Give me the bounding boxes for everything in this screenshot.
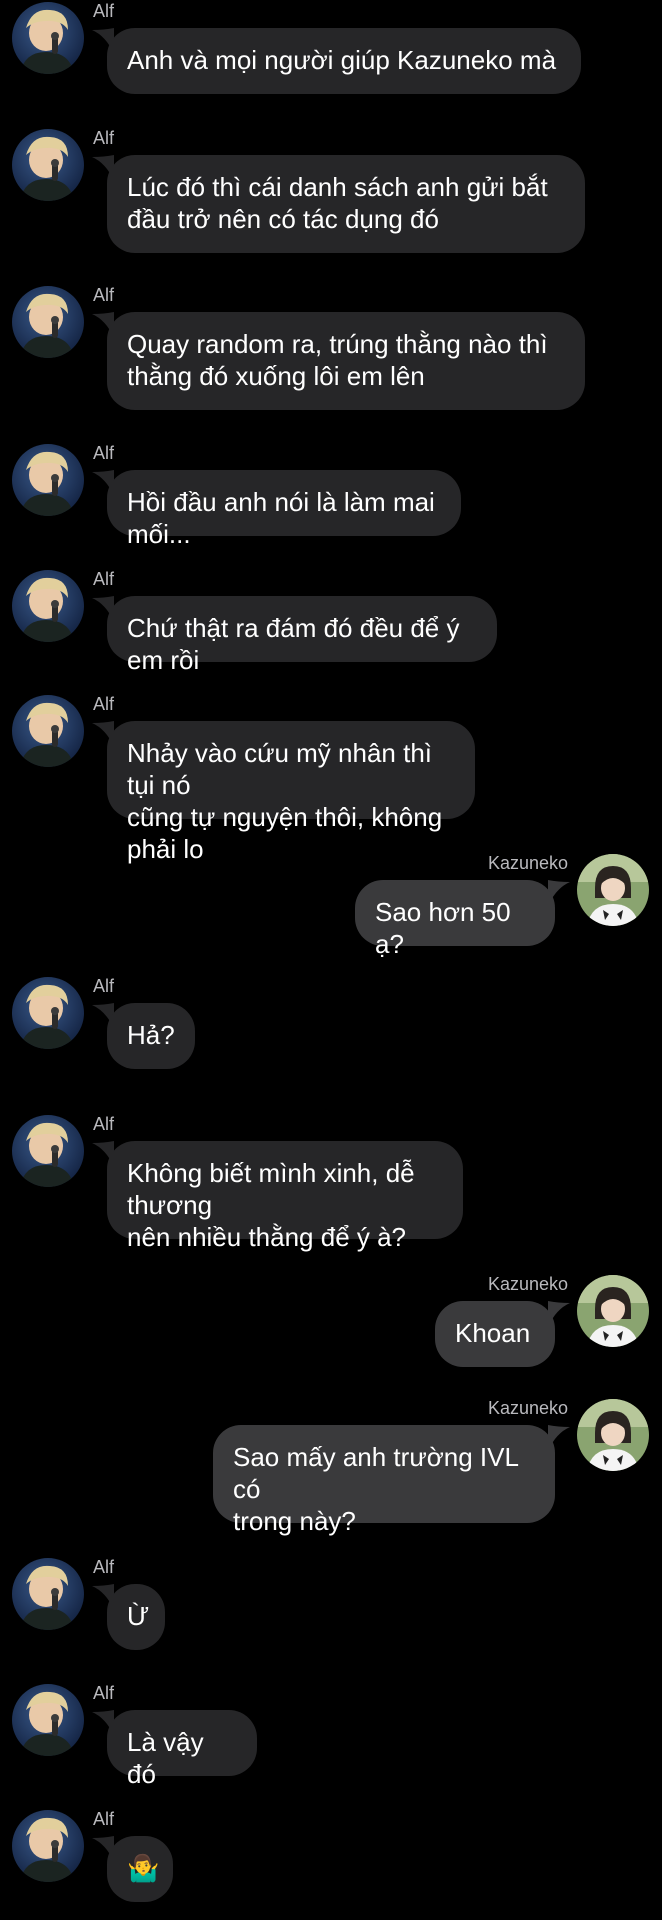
message-row: Alf Nhảy vào cứu mỹ nhân thì tụi nó cũng … (0, 693, 662, 864)
incoming-message-bubble[interactable]: Quay random ra, trúng thằng nào thì thằn… (107, 312, 585, 410)
sender-name: Alf (93, 569, 115, 589)
message-row: Alf Ừ (0, 1556, 662, 1650)
message-text: Hồi đầu anh nói là làm mai mối... (127, 487, 435, 549)
sender-name: Alf (93, 128, 115, 148)
message-row: Kazuneko Khoan (0, 1273, 662, 1367)
sender-name: Kazuneko (487, 853, 568, 873)
alf-avatar[interactable] (12, 1558, 84, 1630)
incoming-message-bubble[interactable]: Là vậy đó (107, 1710, 257, 1789)
message-text: Hả? (127, 1020, 175, 1050)
message-text: Anh và mọi người giúp Kazuneko mà (127, 45, 557, 75)
incoming-message-bubble[interactable]: Ừ (107, 1584, 165, 1650)
message-row: Alf 🤷‍♂️ (0, 1808, 662, 1902)
message-row: Kazuneko Sao hơn 50 ạ? (0, 852, 662, 959)
incoming-message-bubble[interactable]: Lúc đó thì cái danh sách anh gửi bắt đầu… (107, 155, 585, 253)
sender-name: Alf (93, 976, 115, 996)
message-text: Chứ thật ra đám đó đều để ý em rồi (127, 613, 460, 675)
sender-name: Alf (93, 1809, 115, 1829)
alf-avatar[interactable] (12, 286, 84, 358)
message-text: Ừ (127, 1601, 150, 1631)
message-text: Khoan (455, 1318, 531, 1348)
message-row: Alf Hả? (0, 975, 662, 1069)
message-text: Sao hơn 50 ạ? (375, 897, 511, 959)
alf-avatar[interactable] (12, 444, 84, 516)
incoming-message-bubble[interactable]: Chứ thật ra đám đó đều để ý em rồi (107, 596, 497, 675)
alf-avatar[interactable] (12, 129, 84, 201)
message-row: Kazuneko Sao mấy anh trường IVL có trong … (0, 1397, 662, 1536)
outgoing-message-bubble[interactable]: Khoan (435, 1301, 555, 1367)
alf-avatar[interactable] (12, 1684, 84, 1756)
alf-avatar[interactable] (12, 2, 84, 74)
alf-avatar[interactable] (12, 1115, 84, 1187)
message-row: Alf Chứ thật ra đám đó đều để ý em rồi (0, 568, 662, 675)
chat-thread[interactable]: Alf Anh và mọi người giúp Kazuneko mà Alf L… (0, 0, 662, 1920)
message-text: Quay random ra, trúng thằng nào thì thằn… (127, 329, 548, 391)
sender-name: Alf (93, 1557, 115, 1577)
sender-name: Alf (93, 1114, 115, 1134)
alf-avatar[interactable] (12, 1810, 84, 1882)
message-text: Sao mấy anh trường IVL có trong này? (233, 1442, 518, 1536)
message-row: Alf Là vậy đó (0, 1682, 662, 1789)
message-row: Alf Không biết mình xinh, dễ thương nên n… (0, 1113, 662, 1252)
sender-name: Alf (93, 285, 115, 305)
sender-name: Alf (93, 694, 115, 714)
message-text: Lúc đó thì cái danh sách anh gửi bắt đầu… (127, 172, 548, 234)
message-text: Là vậy đó (127, 1727, 204, 1789)
message-text: Nhảy vào cứu mỹ nhân thì tụi nó cũng tự … (127, 738, 443, 864)
sender-name: Alf (93, 443, 115, 463)
alf-avatar[interactable] (12, 977, 84, 1049)
message-row: Alf Quay random ra, trúng thằng nào thì t… (0, 284, 662, 410)
outgoing-message-bubble[interactable]: Sao hơn 50 ạ? (355, 880, 555, 959)
message-row: Alf Lúc đó thì cái danh sách anh gửi bắt … (0, 127, 662, 253)
alf-avatar[interactable] (12, 570, 84, 642)
sender-name: Alf (93, 1683, 115, 1703)
kazuneko-avatar[interactable] (577, 854, 649, 926)
incoming-message-bubble[interactable]: 🤷‍♂️ (107, 1836, 173, 1902)
shrug-emoji-icon: 🤷‍♂️ (127, 1854, 160, 1884)
kazuneko-avatar[interactable] (577, 1399, 649, 1471)
sender-name: Kazuneko (487, 1398, 568, 1418)
incoming-message-bubble[interactable]: Nhảy vào cứu mỹ nhân thì tụi nó cũng tự … (107, 721, 475, 864)
message-row: Alf Hồi đầu anh nói là làm mai mối... (0, 442, 662, 549)
outgoing-message-bubble[interactable]: Sao mấy anh trường IVL có trong này? (213, 1425, 555, 1536)
sender-name: Alf (93, 1, 115, 21)
alf-avatar[interactable] (12, 695, 84, 767)
incoming-message-bubble[interactable]: Hồi đầu anh nói là làm mai mối... (107, 470, 461, 549)
kazuneko-avatar[interactable] (577, 1275, 649, 1347)
incoming-message-bubble[interactable]: Hả? (107, 1003, 195, 1069)
incoming-message-bubble[interactable]: Không biết mình xinh, dễ thương nên nhiề… (107, 1141, 463, 1252)
sender-name: Kazuneko (487, 1274, 568, 1294)
message-row: Alf Anh và mọi người giúp Kazuneko mà (0, 0, 662, 94)
message-text: Không biết mình xinh, dễ thương nên nhiề… (127, 1158, 415, 1252)
incoming-message-bubble[interactable]: Anh và mọi người giúp Kazuneko mà (107, 28, 581, 94)
